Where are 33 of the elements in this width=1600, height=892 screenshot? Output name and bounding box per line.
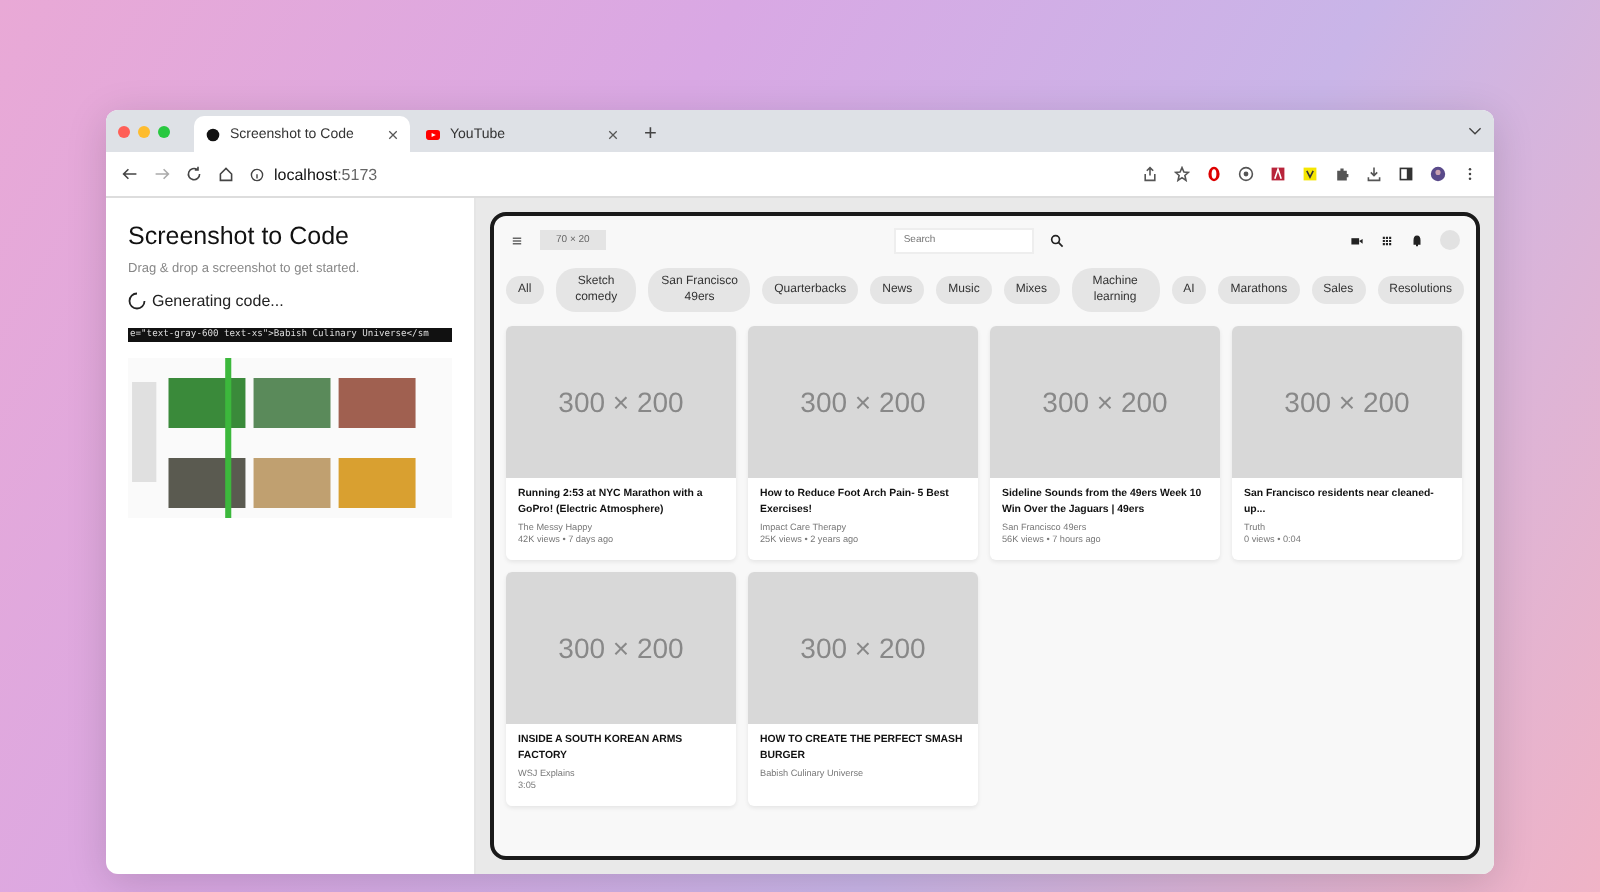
play-icon [426,127,440,141]
avatar-icon[interactable] [1430,166,1446,182]
app-title: Screenshot to Code [128,222,351,250]
thumbnail-placeholder: 300 × 200 [990,326,1220,478]
reload-icon[interactable] [186,166,202,182]
circle-icon [206,127,220,141]
search-icon[interactable] [1049,233,1064,247]
close-icon[interactable] [608,129,618,139]
address-field[interactable]: localhost:5173 [250,165,378,183]
extension-icon[interactable] [1270,166,1286,182]
bell-icon[interactable] [1410,233,1424,247]
status-text: Generating code... [152,292,284,310]
thumbnail-placeholder: 300 × 200 [1232,326,1462,478]
info-icon [250,167,264,181]
thumbnail-placeholder: 300 × 200 [748,572,978,724]
puzzle-icon[interactable] [1334,166,1350,182]
thumbnail-placeholder: 300 × 200 [506,572,736,724]
extension-icon[interactable] [1302,166,1318,182]
camera-icon[interactable] [1350,233,1364,247]
new-tab-button[interactable]: + [634,116,667,152]
thumbnail-placeholder: 300 × 200 [748,326,978,478]
share-icon[interactable] [1142,166,1158,182]
thumbnail-placeholder: 300 × 200 [506,326,736,478]
sidebar-icon[interactable] [1398,166,1414,182]
spinner-icon [128,292,146,310]
apps-icon[interactable] [1380,233,1394,247]
back-icon[interactable] [122,166,138,182]
star-icon[interactable] [1174,166,1190,182]
home-icon[interactable] [218,166,234,182]
download-icon[interactable] [1366,166,1382,182]
menu-icon[interactable] [510,233,524,247]
close-icon[interactable] [388,129,398,139]
chevron-icon[interactable] [1468,126,1482,136]
